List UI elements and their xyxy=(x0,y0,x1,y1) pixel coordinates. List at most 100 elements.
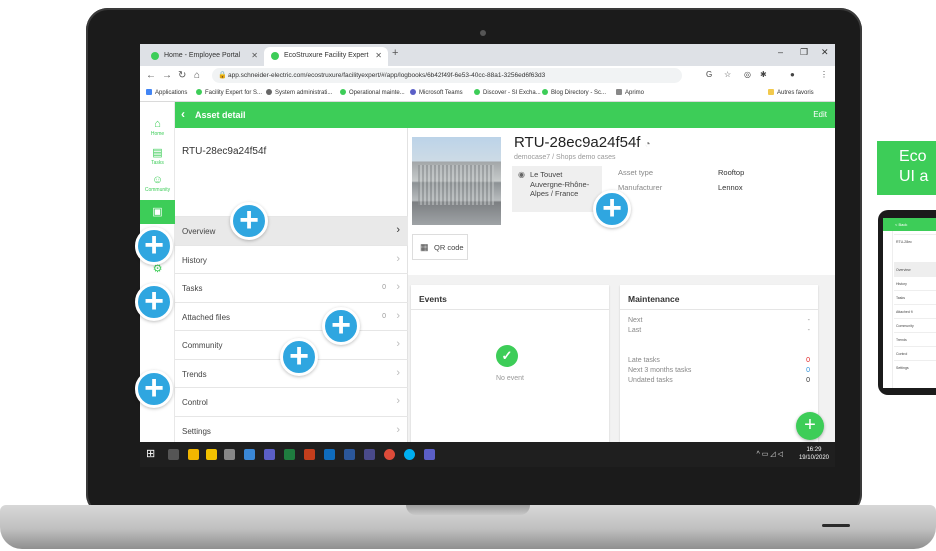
edit-button[interactable]: Edit xyxy=(813,110,827,119)
mobile-row: Community xyxy=(894,318,936,332)
clipboard-icon: ▤ xyxy=(152,147,163,159)
chevron-right-icon: › xyxy=(396,338,400,350)
mobile-screen: < Back RTU-28ec Overview History Tasks A… xyxy=(883,218,936,388)
new-tab-button[interactable]: + xyxy=(392,47,398,59)
mobile-rail xyxy=(883,231,893,388)
hotspot-plus-icon[interactable]: + xyxy=(135,227,173,265)
bookmark-applications[interactable]: Applications xyxy=(146,89,187,96)
file-explorer-icon[interactable] xyxy=(206,449,217,460)
checkmark-icon: ✓ xyxy=(496,345,518,367)
rail-tasks[interactable]: ▤ Tasks xyxy=(140,146,175,166)
bookmark-teams[interactable]: Microsoft Teams xyxy=(410,89,463,96)
system-tray-icons[interactable]: ^ ▭ ◿ ◁ xyxy=(757,450,784,458)
task-view-icon[interactable] xyxy=(168,449,179,460)
bookmark-facility-expert[interactable]: Facility Expert for S... xyxy=(196,89,262,96)
app-icon[interactable] xyxy=(244,449,255,460)
bookmark-blog[interactable]: Blog Directory - Sc... xyxy=(542,89,606,96)
browser-tab-home[interactable]: Home - Employee Portal ✕ xyxy=(144,47,264,66)
excel-icon[interactable] xyxy=(284,449,295,460)
chevron-right-icon: › xyxy=(396,224,400,236)
menu-dots-icon[interactable]: ⋮ xyxy=(820,70,828,79)
outlook-icon[interactable] xyxy=(324,449,335,460)
hotspot-plus-icon[interactable]: + xyxy=(135,370,173,408)
bookmark-aprimo[interactable]: Aprimo xyxy=(616,89,644,96)
mobile-row: History xyxy=(894,276,936,290)
asset-icon: ▣ xyxy=(152,206,163,218)
puzzle-icon[interactable]: ✱ xyxy=(760,70,767,79)
word-icon[interactable] xyxy=(344,449,355,460)
powerpoint-icon[interactable] xyxy=(304,449,315,460)
chrome-icon[interactable] xyxy=(384,449,395,460)
hotspot-plus-icon[interactable]: + xyxy=(230,202,268,240)
maintenance-title: Maintenance xyxy=(628,294,680,304)
count-badge: 0 xyxy=(382,312,386,320)
close-tab-icon[interactable]: ✕ xyxy=(375,51,382,60)
browser-tab-facility-expert[interactable]: EcoStruxure Facility Expert ✕ xyxy=(264,47,388,66)
menu-item-overview[interactable]: Overview › xyxy=(175,216,408,245)
address-bar-row: ← → ↻ ⌂ 🔒 app.schneider-electric.com/eco… xyxy=(140,66,835,86)
location-pin-icon: ◉ xyxy=(518,170,525,179)
menu-item-history[interactable]: History › xyxy=(175,244,408,274)
maintenance-row: Last - xyxy=(628,327,810,334)
teams-icon[interactable] xyxy=(424,449,435,460)
menu-item-tasks[interactable]: Tasks 0 › xyxy=(175,273,408,302)
events-card: Events ✓ No event xyxy=(411,285,609,442)
translate-icon[interactable]: G xyxy=(706,70,712,79)
bookmark-other-favorites[interactable]: Autres favoris xyxy=(768,89,814,96)
count-badge: 0 xyxy=(382,284,386,291)
chevron-right-icon: › xyxy=(396,252,400,265)
skype-icon[interactable] xyxy=(404,449,415,460)
close-window-icon[interactable]: ✕ xyxy=(821,47,829,58)
back-arrow-icon[interactable]: ← xyxy=(146,70,156,81)
qr-code-icon: ▦ xyxy=(420,242,429,252)
sticky-notes-icon[interactable] xyxy=(188,449,199,460)
mobile-row: RTU-28ec xyxy=(894,234,936,248)
events-title: Events xyxy=(419,294,447,304)
home-button-icon[interactable]: ⌂ xyxy=(194,70,200,81)
windows-taskbar: ⊞ ^ ▭ ◿ ◁ 16:29 19/10/2020 xyxy=(140,442,835,467)
lock-icon: 🔒 xyxy=(218,72,227,79)
bookmark-system-admin[interactable]: System administrati... xyxy=(266,89,332,96)
home-icon: ⌂ xyxy=(154,118,161,130)
restore-icon[interactable]: ❐ xyxy=(800,47,808,58)
add-fab-button[interactable]: + xyxy=(796,412,824,440)
no-event-text: No event xyxy=(495,375,525,382)
tab-label: Home - Employee Portal xyxy=(164,52,241,59)
maintenance-row: Late tasks 0 xyxy=(628,357,810,364)
laptop-notch xyxy=(406,505,530,515)
menu-item-settings[interactable]: Settings › xyxy=(175,415,408,444)
reload-icon[interactable]: ↻ xyxy=(178,70,186,81)
maintenance-row: Undated tasks 0 xyxy=(628,377,810,384)
extension-icon[interactable]: ◎ xyxy=(744,70,751,79)
app-icon[interactable] xyxy=(364,449,375,460)
qr-code-button[interactable]: ▦ QR code xyxy=(412,234,468,260)
hotspot-plus-icon[interactable]: + xyxy=(322,307,360,345)
back-chevron-icon[interactable]: ‹ xyxy=(181,107,185,121)
bookmark-operational[interactable]: Operational mainte... xyxy=(340,89,405,96)
menu-item-control[interactable]: Control › xyxy=(175,387,408,416)
forward-arrow-icon[interactable]: → xyxy=(162,70,172,81)
rail-community[interactable]: ☺ Community xyxy=(140,174,175,193)
hotspot-plus-icon[interactable]: + xyxy=(135,283,173,321)
close-tab-icon[interactable]: ✕ xyxy=(251,51,258,60)
taskbar-clock[interactable]: 16:29 19/10/2020 xyxy=(799,446,829,462)
url-field[interactable]: 🔒 app.schneider-electric.com/ecostruxure… xyxy=(212,68,682,83)
page-title: Asset detail xyxy=(195,110,246,120)
star-icon[interactable]: ☆ xyxy=(724,70,731,79)
manufacturer-label: Manufacturer xyxy=(618,183,663,192)
hotspot-plus-icon[interactable]: + xyxy=(280,338,318,376)
mobile-header: < Back xyxy=(883,218,936,231)
windows-start-icon[interactable]: ⊞ xyxy=(146,447,155,460)
minimize-icon[interactable]: – xyxy=(778,47,783,57)
mobile-preview: < Back RTU-28ec Overview History Tasks A… xyxy=(878,210,936,395)
app-icon[interactable] xyxy=(264,449,275,460)
calculator-icon[interactable] xyxy=(224,449,235,460)
hotspot-plus-icon[interactable]: + xyxy=(593,190,631,228)
rail-home[interactable]: ⌂ Home xyxy=(140,118,175,137)
bookmark-discover[interactable]: Discover - SI Excha... xyxy=(474,89,541,96)
asset-name: RTU-28ec9a24f54f xyxy=(182,146,267,157)
asset-menu-panel: RTU-28ec9a24f54f Overview › History › Task… xyxy=(175,128,408,444)
profile-icon[interactable]: ● xyxy=(790,70,795,79)
menu-item-attached-files[interactable]: Attached files 0 › xyxy=(175,301,408,331)
rail-assets[interactable]: ▣ xyxy=(140,200,175,224)
